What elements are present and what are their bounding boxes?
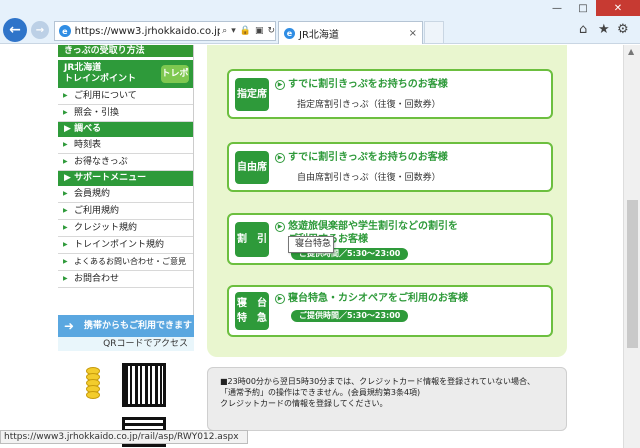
arrow-circle-icon: ▶ [275, 294, 285, 304]
qr-access-label: QRコードでアクセス [58, 337, 194, 351]
status-bar-url: https://www3.jrhokkaido.co.jp/rail/asp/R… [0, 430, 248, 444]
arrow-circle-icon: ▶ [275, 222, 285, 232]
new-tab-button[interactable] [424, 21, 444, 44]
sidebar-item-credit-terms[interactable]: クレジット規約 [58, 220, 193, 237]
card-reserved-sub: 指定席割引きっぷ（往復・回数券） [297, 100, 441, 110]
certificate-icon[interactable]: ▣ [255, 26, 264, 36]
back-button[interactable]: ← [3, 18, 27, 42]
arrow-circle-icon: ▶ [275, 80, 285, 90]
sidebar-header-train-point[interactable]: JR北海道 トレインポイント トレポ [58, 60, 193, 88]
notice-line-2: 「通常予約」の操作はできません。(会員規約第3条4項) [220, 388, 421, 397]
home-icon[interactable]: ⌂ [579, 22, 587, 37]
sidebar-item-member-terms[interactable]: 会員規約 [58, 186, 193, 203]
card-non-reserved-sub: 自由席割引きっぷ（往復・回数券） [297, 173, 441, 183]
tab-title: JR北海道 [299, 29, 339, 41]
sidebar-header-support[interactable]: ▶ サポートメニュー [58, 171, 193, 186]
sidebar-item-usage-terms[interactable]: ご利用規約 [58, 203, 193, 220]
browser-chrome: — □ ✕ ← → e https://www3.jrhokkaido.co.j… [0, 0, 640, 44]
sidebar-item-inquiry-exchange[interactable]: 照会・引換 [58, 105, 193, 122]
card-non-reserved-seat[interactable]: 自由席 ▶ すでに割引きっぷをお持ちのお客様 自由席割引きっぷ（往復・回数券） [227, 142, 553, 192]
lock-icon[interactable]: 🔒 [240, 26, 251, 36]
arrow-circle-icon: ▶ [275, 153, 285, 163]
address-bar[interactable]: e https://www3.jrhokkaido.co.jp/r ⌕ ▾ 🔒 … [54, 21, 276, 41]
refresh-icon[interactable]: ↻ [267, 26, 275, 36]
ie-logo-icon: e [59, 25, 71, 37]
qr-code [122, 363, 166, 407]
tab-close-icon[interactable]: × [409, 28, 417, 39]
vertical-scrollbar[interactable]: ▲ [623, 45, 640, 448]
tab-jr-hokkaido[interactable]: e JR北海道 × [278, 21, 423, 44]
forward-button[interactable]: → [31, 21, 49, 39]
label-discount: 割 引 [235, 222, 269, 257]
sidebar-item-value-tickets[interactable]: お得なきっぷ [58, 154, 193, 171]
main-menu-area: 指定席 ▶ すでに割引きっぷをお持ちのお客様 指定席割引きっぷ（往復・回数券） 自… [207, 45, 567, 357]
coin-stack-icon [86, 367, 100, 409]
sidebar-item-train-point-terms[interactable]: トレインポイント規約 [58, 237, 193, 254]
card-sleeper[interactable]: 寝 台 特 急 ▶ 寝台特急・カシオペアをご利用のお客様 ご提供時間／5:30〜2… [227, 285, 553, 337]
card-discount[interactable]: 割 引 ▶悠遊旅倶楽部や学生割引などの割引を ご利用するお客様 ご提供時間／5:… [227, 213, 553, 265]
settings-gear-icon[interactable]: ⚙ [617, 22, 629, 37]
train-point-title: JR北海道 トレインポイント [64, 63, 137, 84]
sidebar-item-usage[interactable]: ご利用について [58, 88, 193, 105]
close-window-button[interactable]: ✕ [596, 0, 640, 16]
label-non-reserved-seat: 自由席 [235, 151, 269, 184]
dropdown-icon[interactable]: ▾ [231, 26, 236, 36]
scrollbar-thumb[interactable] [627, 200, 638, 348]
maximize-button[interactable]: □ [570, 0, 596, 16]
scroll-up-icon[interactable]: ▲ [628, 47, 634, 56]
address-url[interactable]: https://www3.jrhokkaido.co.jp/r [75, 26, 221, 37]
left-sidebar: きっぷの受取り方法 JR北海道 トレインポイント トレポ ご利用について 照会・… [58, 45, 194, 448]
card-reserved-title[interactable]: ▶ すでに割引きっぷをお持ちのお客様 [275, 78, 448, 91]
card-reserved-seat[interactable]: 指定席 ▶ すでに割引きっぷをお持ちのお客様 指定席割引きっぷ（往復・回数券） [227, 69, 553, 119]
favorites-star-icon[interactable]: ★ [598, 22, 610, 37]
search-icon[interactable]: ⌕ [222, 26, 227, 36]
card-non-reserved-title[interactable]: ▶ すでに割引きっぷをお持ちのお客様 [275, 151, 448, 164]
late-night-notice: ■23時00分から翌日5時30分までは、クレジットカード情報を登録されていない場… [207, 367, 567, 431]
card-discount-title[interactable]: ▶ 悠遊旅倶楽部や学生割引などの割引を [275, 220, 458, 233]
sidebar-header-search[interactable]: ▶ 調べる [58, 122, 193, 137]
sidebar-item-contact[interactable]: お問合わせ [58, 271, 193, 288]
tooltip-sleeper: 寝台特急 [288, 236, 334, 253]
sidebar-item-faq[interactable]: よくあるお問い合わせ・ご意見 [58, 254, 193, 271]
label-reserved-seat: 指定席 [235, 78, 269, 111]
label-sleeper: 寝 台 特 急 [235, 292, 269, 330]
arrow-right-icon: ➜ [64, 319, 75, 333]
card-sleeper-title[interactable]: ▶ 寝台特急・カシオペアをご利用のお客様 [275, 292, 468, 305]
notice-line-3: クレジットカードの情報を登録してください。 [220, 399, 388, 408]
sidebar-item-timetable[interactable]: 時刻表 [58, 137, 193, 154]
window-controls: — □ ✕ [544, 0, 640, 16]
minimize-button[interactable]: — [544, 0, 570, 16]
trepo-badge-icon: トレポ [161, 65, 189, 83]
tab-ie-icon: e [284, 27, 295, 39]
card-sleeper-hours: ご提供時間／5:30〜23:00 [291, 310, 409, 322]
notice-line-1: ■23時00分から翌日5時30分までは、クレジットカード情報を登録されていない場… [220, 377, 535, 386]
mobile-access-banner[interactable]: ➜ 携帯からもご利用できます [58, 315, 194, 337]
sidebar-title[interactable]: きっぷの受取り方法 [58, 45, 193, 57]
